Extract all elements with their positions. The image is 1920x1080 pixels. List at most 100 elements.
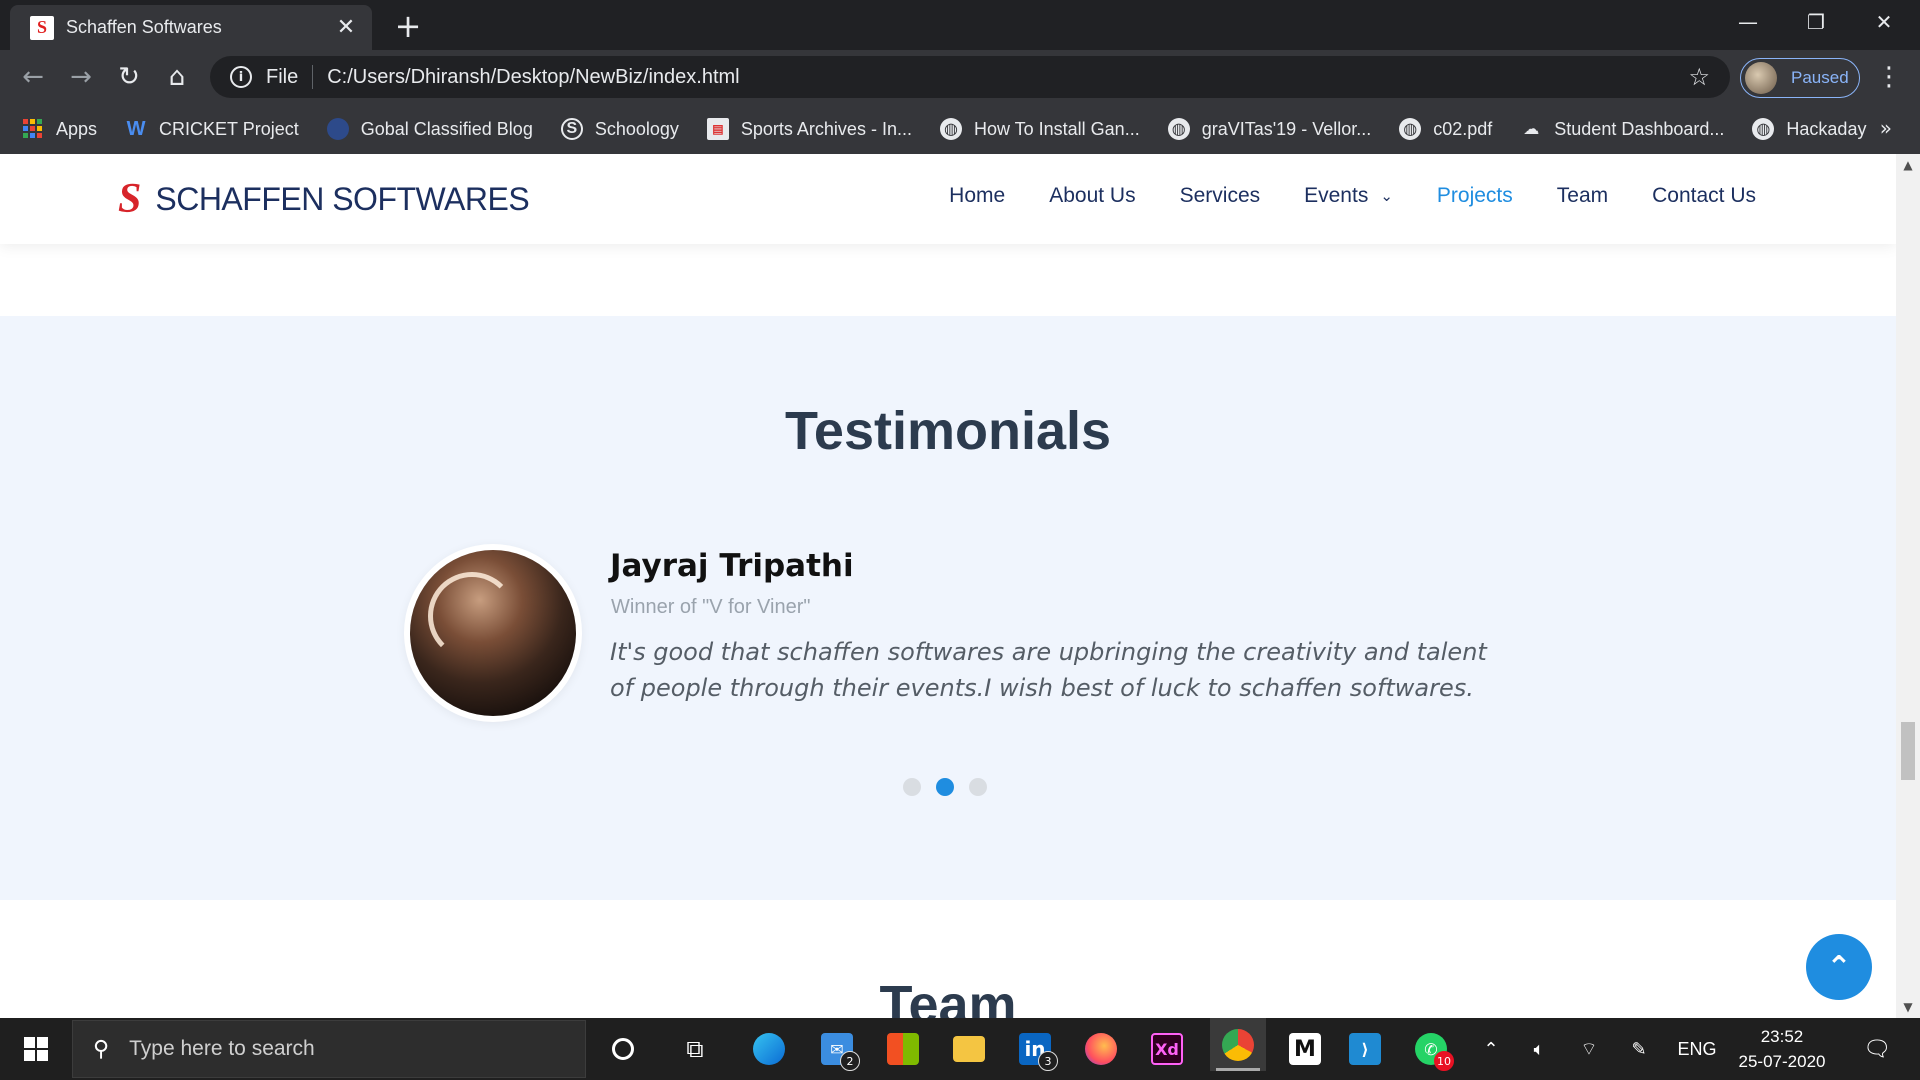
bookmark-gobal-classified-blog[interactable]: Gobal Classified Blog [326,118,533,140]
bookmark-label: CRICKET Project [159,118,299,139]
firefox-icon[interactable] [1078,1027,1124,1071]
scrollbar-thumb[interactable] [1901,722,1915,780]
tab-close-icon[interactable]: ✕ [334,15,358,40]
back-icon[interactable]: ← [14,58,52,96]
edge-icon[interactable] [746,1027,792,1071]
nav-services[interactable]: Services [1180,184,1261,208]
nav-projects[interactable]: Projects [1437,184,1513,208]
reload-icon[interactable]: ↻ [110,58,148,96]
browser-menu-icon[interactable]: ⋮ [1876,60,1902,94]
scroll-up-icon[interactable]: ▲ [1896,158,1920,172]
address-bar[interactable]: i File C:/Users/Dhiransh/Desktop/NewBiz/… [210,56,1730,98]
mail-icon[interactable]: ✉ 2 [814,1027,860,1071]
page-scrollbar[interactable]: ▲ ▼ [1896,154,1920,1018]
bookmark-sports-archives[interactable]: ▤ Sports Archives - In... [706,118,912,140]
site-logo[interactable]: S SCHAFFEN SOFTWARES [118,178,530,220]
adobe-xd-icon[interactable]: Xd [1144,1027,1190,1071]
close-window-icon[interactable]: ✕ [1850,0,1918,44]
globe-icon: ◍ [1399,118,1422,140]
w-icon: W [126,117,146,140]
site-favicon-icon: S [30,15,54,40]
chrome-icon[interactable] [1210,1018,1266,1071]
linkedin-icon[interactable]: in 3 [1012,1027,1058,1071]
notification-icon[interactable]: 🗨︎ [1852,1018,1902,1080]
profile-status: Paused [1791,68,1849,87]
browser-tabstrip: S Schaffen Softwares ✕ + — ❐ ✕ [0,0,1920,50]
nav-events-label: Events [1304,184,1369,207]
xd-label: Xd [1151,1033,1183,1065]
schoology-icon: S [560,118,583,140]
info-icon[interactable]: i [230,66,252,88]
team-section-title: Team [879,975,1017,1018]
wifi-icon[interactable]: ⌔ [1572,1018,1606,1080]
url-scheme: File [266,65,299,88]
nav-events[interactable]: Events ⌄ [1304,184,1393,208]
testimonial-avatar [410,550,576,716]
bookmark-schoology[interactable]: S Schoology [560,118,679,140]
nav-about-us[interactable]: About Us [1049,184,1135,208]
bookmark-label: Hackaday [1786,118,1867,139]
nav-team[interactable]: Team [1557,184,1608,208]
bookmark-label: Apps [56,118,98,139]
language-indicator[interactable]: ENG [1672,1018,1722,1080]
home-icon[interactable]: ⌂ [158,58,196,96]
bookmark-hackaday[interactable]: ◍ Hackaday [1752,118,1866,140]
vscode-icon[interactable]: ⟩ [1342,1027,1388,1071]
profile-button[interactable]: Paused [1740,58,1860,98]
scroll-down-icon[interactable]: ▼ [1896,1000,1920,1014]
testimonial-avatar-frame [404,544,582,722]
bookmark-label: How To Install Gan... [973,118,1140,139]
bookmark-star-icon[interactable]: ☆ [1688,63,1710,91]
store-icon[interactable] [880,1027,926,1071]
whatsapp-badge: 10 [1434,1051,1454,1071]
system-clock[interactable]: 23:52 25-07-2020 [1726,1024,1838,1074]
clock-date: 25-07-2020 [1738,1052,1826,1071]
tray-overflow-icon[interactable]: ⌃ [1476,1018,1506,1080]
bookmark-c02-pdf[interactable]: ◍ c02.pdf [1399,118,1492,140]
bookmarks-bar: Apps W CRICKET Project Gobal Classified … [0,104,1920,154]
bookmark-label: Schoology [594,118,679,139]
carousel-dot-2[interactable] [936,778,954,796]
browser-toolbar: ← → ↻ ⌂ i File C:/Users/Dhiransh/Desktop… [0,50,1920,104]
bookmark-how-to-install[interactable]: ◍ How To Install Gan... [939,118,1140,140]
pen-icon[interactable]: ✎ [1622,1018,1656,1080]
blog-icon [326,118,349,140]
forward-icon[interactable]: → [62,58,100,96]
carousel-dots [903,778,1002,796]
whatsapp-icon[interactable]: ✆ 10 [1408,1027,1454,1071]
url-separator [312,65,314,89]
carousel-dot-3[interactable] [969,778,987,796]
carousel-dot-1[interactable] [903,778,921,796]
taskbar-search[interactable]: ⚲ Type here to search [72,1020,586,1078]
volume-muted-icon[interactable]: 🔈︎ [1522,1018,1556,1080]
start-button[interactable] [10,1018,62,1080]
minimize-icon[interactable]: — [1714,0,1782,44]
nav-contact-us[interactable]: Contact Us [1652,184,1756,208]
more-bookmarks-icon[interactable]: » [1880,116,1892,140]
globe-icon: ◍ [939,118,962,140]
testimonials-section: Testimonials Jayraj Tripathi Winner of "… [0,316,1896,900]
windows-logo-icon [24,1037,48,1061]
clock-time: 23:52 [1760,1027,1804,1046]
nav-home[interactable]: Home [949,184,1005,208]
tab-title: Schaffen Softwares [66,17,222,37]
gmail-icon[interactable]: M [1282,1027,1328,1071]
bookmark-student-dashboard[interactable]: ☁ Student Dashboard... [1520,118,1724,140]
url-text[interactable]: C:/Users/Dhiransh/Desktop/NewBiz/index.h… [327,66,1688,89]
windows-taskbar: ⚲ Type here to search ⧉ ✉ 2 in 3 Xd M ⟩ … [0,1018,1920,1080]
bookmark-apps[interactable]: Apps [22,118,97,140]
cortana-icon[interactable] [600,1027,646,1071]
back-to-top-button[interactable]: ⌃ [1806,934,1872,1000]
mail-badge: 2 [840,1051,860,1071]
bookmark-label: Student Dashboard... [1554,118,1725,139]
sports-icon: ▤ [706,118,729,140]
bookmark-cricket-project[interactable]: W CRICKET Project [125,118,299,140]
task-view-icon[interactable]: ⧉ [672,1027,718,1071]
apps-icon [22,118,44,140]
new-tab-icon[interactable]: + [390,8,426,44]
restore-icon[interactable]: ❐ [1782,0,1850,44]
search-placeholder: Type here to search [129,1037,315,1060]
file-explorer-icon[interactable] [946,1027,992,1071]
browser-tab[interactable]: S Schaffen Softwares ✕ [10,5,372,50]
bookmark-gravitas[interactable]: ◍ graVITas'19 - Vellor... [1167,118,1371,140]
